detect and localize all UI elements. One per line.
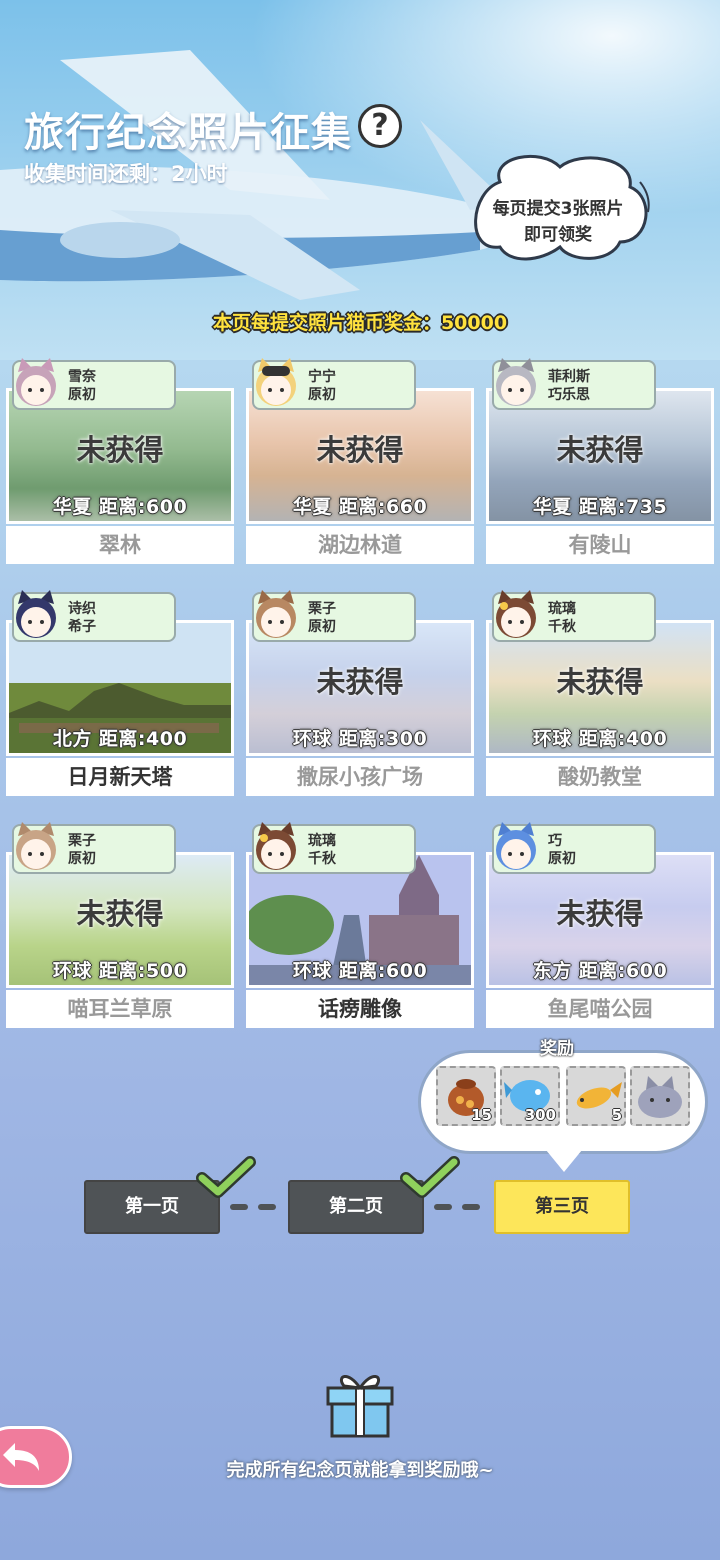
reward-count: 5 bbox=[611, 1106, 622, 1124]
photo-card[interactable]: 未获得 东方 距离:600 鱼尾喵公园 巧原初 bbox=[486, 822, 714, 1028]
place-name: 话痨雕像 bbox=[246, 990, 474, 1028]
place-name: 喵耳兰草原 bbox=[6, 990, 234, 1028]
page-connector bbox=[258, 1204, 276, 1210]
cat-tag: 菲利斯 巧乐思 bbox=[492, 358, 656, 410]
page-3-button[interactable]: 第三页 bbox=[494, 1180, 630, 1234]
cat-avatar-icon bbox=[496, 358, 536, 406]
photo-card[interactable]: 未获得 环球 距离:500 喵耳兰草原 栗子原初 bbox=[6, 822, 234, 1028]
cat-tag: 栗子 原初 bbox=[12, 822, 176, 874]
status-label: 未获得 bbox=[76, 897, 164, 931]
cat-name: 栗子 bbox=[308, 601, 336, 617]
cat-tag: 宁宁 原初 bbox=[252, 358, 416, 410]
cat-tag: 巧原初 bbox=[492, 822, 656, 874]
cat-breed: 原初 bbox=[308, 387, 336, 403]
cat-name: 雪奈 bbox=[68, 369, 96, 385]
distance-label: 华夏 距离:600 bbox=[52, 496, 188, 518]
reward-slot[interactable] bbox=[630, 1066, 690, 1126]
coin-bonus-text: 本页每提交照片猫币奖金：50000 bbox=[212, 312, 508, 334]
cat-breed: 巧乐思 bbox=[548, 387, 590, 403]
reward-panel-tail bbox=[546, 1150, 582, 1172]
cat-tag: 诗织 希子 bbox=[12, 590, 176, 642]
check-icon bbox=[400, 1156, 460, 1198]
distance-label: 环球 距离:400 bbox=[532, 728, 668, 750]
distance-label: 北方 距离:400 bbox=[52, 728, 188, 750]
place-name: 翠林 bbox=[6, 526, 234, 564]
place-name: 有陵山 bbox=[486, 526, 714, 564]
photo-card[interactable]: 北方 距离:400 日月新天塔 诗织希子 bbox=[6, 590, 234, 796]
status-label: 未获得 bbox=[556, 665, 644, 699]
cat-tag: 琉璃 千秋 bbox=[252, 822, 416, 874]
check-icon bbox=[196, 1156, 256, 1198]
status-label: 未获得 bbox=[316, 665, 404, 699]
reward-slot[interactable]: 300 bbox=[500, 1066, 560, 1126]
place-name: 撒尿小孩广场 bbox=[246, 758, 474, 796]
cat-avatar-icon bbox=[16, 358, 56, 406]
cat-tag: 栗子 原初 bbox=[252, 590, 416, 642]
cat-avatar-icon bbox=[496, 822, 536, 870]
cat-breed: 原初 bbox=[68, 851, 96, 867]
place-name: 湖边林道 bbox=[246, 526, 474, 564]
cat-breed: 千秋 bbox=[548, 619, 576, 635]
cat-name: 琉璃 bbox=[308, 833, 336, 849]
photo-card[interactable]: 未获得 华夏 距离:600 翠林 雪奈原初 bbox=[6, 358, 234, 564]
distance-label: 华夏 距离:735 bbox=[532, 496, 668, 518]
place-name: 日月新天塔 bbox=[6, 758, 234, 796]
footer-hint: 完成所有纪念页就能拿到奖励哦~ bbox=[226, 1460, 494, 1481]
place-name: 酸奶教堂 bbox=[486, 758, 714, 796]
distance-label: 环球 距离:300 bbox=[292, 728, 428, 750]
cat-breed: 原初 bbox=[308, 619, 336, 635]
distance-label: 东方 距离:600 bbox=[532, 960, 668, 982]
cat-name: 宁宁 bbox=[308, 369, 336, 385]
gift-icon[interactable] bbox=[322, 1366, 398, 1438]
status-label: 未获得 bbox=[556, 433, 644, 467]
cat-avatar-icon bbox=[16, 590, 56, 638]
back-button[interactable] bbox=[0, 1426, 72, 1488]
reward-label: 奖励 bbox=[540, 1039, 574, 1059]
cat-avatar-icon bbox=[256, 590, 296, 638]
reward-count: 15 bbox=[471, 1106, 492, 1124]
photo-card[interactable]: 未获得 环球 距离:400 酸奶教堂 琉璃千秋 bbox=[486, 590, 714, 796]
photo-card[interactable]: 未获得 华夏 距离:660 湖边林道 宁宁原初 bbox=[246, 358, 474, 564]
cat-avatar-icon bbox=[16, 822, 56, 870]
cat-name: 琉璃 bbox=[548, 601, 576, 617]
cat-breed: 原初 bbox=[68, 387, 96, 403]
status-label: 未获得 bbox=[556, 897, 644, 931]
time-remaining: 收集时间还剩：2小时 bbox=[24, 162, 228, 186]
photo-card[interactable]: 未获得 环球 距离:300 撒尿小孩广场 栗子原初 bbox=[246, 590, 474, 796]
cat-tag: 琉璃 千秋 bbox=[492, 590, 656, 642]
reward-count: 300 bbox=[524, 1106, 556, 1124]
page-connector bbox=[434, 1204, 452, 1210]
cat-breed: 千秋 bbox=[308, 851, 336, 867]
photo-card[interactable]: 环球 距离:600 话痨雕像 琉璃千秋 bbox=[246, 822, 474, 1028]
cat-name: 菲利斯 bbox=[548, 369, 590, 385]
cat-tag: 雪奈 原初 bbox=[12, 358, 176, 410]
cat-name: 栗子 bbox=[68, 833, 96, 849]
speech-bubble-text: 每页提交3张照片 即可领奖 bbox=[478, 196, 638, 248]
bubble-line-2: 即可领奖 bbox=[524, 225, 592, 245]
cat-avatar-icon bbox=[256, 358, 296, 406]
reward-slot[interactable]: 15 bbox=[436, 1066, 496, 1126]
cat-breed: 原初 bbox=[548, 851, 576, 867]
cat-avatar-icon bbox=[256, 822, 296, 870]
back-arrow-icon bbox=[3, 1443, 39, 1471]
page-connector bbox=[230, 1204, 248, 1210]
cat-avatar-icon bbox=[496, 590, 536, 638]
cat-breed: 希子 bbox=[68, 619, 96, 635]
status-label: 未获得 bbox=[76, 433, 164, 467]
page-connector bbox=[462, 1204, 480, 1210]
distance-label: 环球 距离:500 bbox=[52, 960, 188, 982]
place-name: 鱼尾喵公园 bbox=[486, 990, 714, 1028]
reward-slot[interactable]: 5 bbox=[566, 1066, 626, 1126]
distance-label: 环球 距离:600 bbox=[292, 960, 428, 982]
cat-name: 巧 bbox=[548, 833, 562, 849]
photo-card[interactable]: 未获得 华夏 距离:735 有陵山 菲利斯巧乐思 bbox=[486, 358, 714, 564]
status-label: 未获得 bbox=[316, 433, 404, 467]
cat-name: 诗织 bbox=[68, 601, 96, 617]
gray-cat-icon bbox=[638, 1076, 682, 1118]
page-title: 旅行纪念照片征集 bbox=[24, 110, 352, 156]
bubble-line-1: 每页提交3张照片 bbox=[492, 199, 624, 219]
question-icon[interactable]: ? bbox=[358, 104, 402, 148]
distance-label: 华夏 距离:660 bbox=[292, 496, 428, 518]
